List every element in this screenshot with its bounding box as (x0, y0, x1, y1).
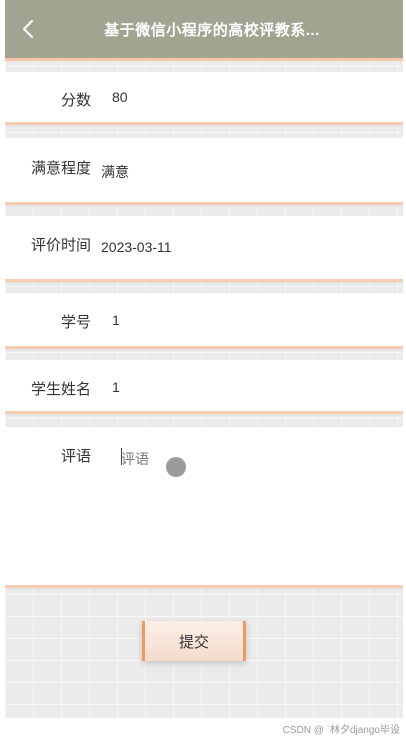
student-name-input[interactable] (112, 379, 372, 395)
text-cursor (121, 448, 122, 465)
page-title: 基于微信小程序的高校评教系... (104, 21, 320, 39)
score-label: 分数 (60, 92, 91, 109)
score-input[interactable] (112, 89, 372, 105)
form-row-student-id: 学号 (5, 293, 403, 349)
comment-textarea[interactable] (121, 449, 381, 569)
chevron-left-icon[interactable] (19, 19, 39, 39)
watermark: CSDN @ `林夕django毕设 (282, 725, 400, 736)
form-row-student-name: 学生姓名 (5, 360, 403, 414)
nav-header: 基于微信小程序的高校评教系... (5, 0, 403, 58)
form-row-satisfaction: 满意程度 满意 (5, 138, 403, 205)
student-id-input[interactable] (112, 312, 372, 328)
touch-indicator (166, 457, 186, 477)
eval-time-picker[interactable]: 2023-03-11 (101, 239, 172, 255)
form-row-score: 分数 (5, 72, 403, 125)
form-row-eval-time: 评价时间 2023-03-11 (5, 216, 403, 282)
form-row-comment: 评语 (5, 427, 403, 588)
comment-label: 评语 (60, 448, 91, 465)
satisfaction-label: 满意程度 (30, 160, 91, 177)
header-accent-divider (5, 58, 403, 61)
phone-screen: 基于微信小程序的高校评教系... 分数 满意程度 满意 评价时间 2023-03… (5, 0, 403, 718)
eval-time-label: 评价时间 (30, 237, 91, 254)
submit-button[interactable]: 提交 (142, 621, 246, 661)
student-name-label: 学生姓名 (30, 381, 91, 398)
satisfaction-select[interactable]: 满意 (101, 162, 129, 182)
student-id-label: 学号 (60, 314, 91, 331)
